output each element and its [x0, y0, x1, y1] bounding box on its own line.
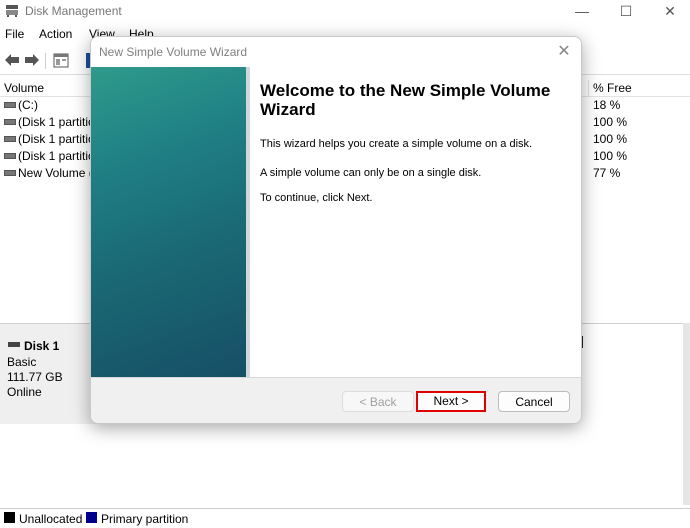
toolbar-separator — [45, 53, 46, 69]
menu-file[interactable]: File — [5, 27, 24, 41]
new-simple-volume-wizard-dialog: New Simple Volume Wizard ✕ Welcome to th… — [90, 36, 582, 424]
forward-arrow-icon[interactable] — [24, 53, 40, 67]
window-title: Disk Management — [25, 4, 122, 18]
wizard-description: This wizard helps you create a simple vo… — [260, 138, 533, 150]
next-button[interactable]: Next > — [416, 391, 486, 412]
wizard-title: New Simple Volume Wizard — [99, 45, 248, 59]
volume-percent-free: 18 % — [593, 98, 621, 112]
column-header-volume[interactable]: Volume — [4, 81, 44, 95]
disk-management-app-icon — [6, 5, 18, 17]
disk-size: 111.77 GB — [7, 370, 63, 384]
legend-label-primary-partition: Primary partition — [101, 512, 189, 526]
disk-type: Basic — [7, 355, 37, 369]
wizard-banner-image — [91, 67, 246, 377]
wizard-instruction: To continue, click Next. — [260, 192, 373, 204]
wizard-footer: < Back Next > Cancel — [91, 378, 581, 423]
disk-info-panel[interactable]: Disk 1 Basic 111.77 GB Online — [0, 324, 96, 424]
column-header-percent-free[interactable]: % Free — [593, 81, 632, 95]
wizard-heading: Welcome to the New Simple Volume Wizard — [260, 81, 551, 119]
minimize-button[interactable]: — — [560, 0, 604, 22]
wizard-close-button[interactable]: ✕ — [553, 41, 575, 63]
wizard-content: Welcome to the New Simple Volume Wizard … — [250, 67, 581, 377]
disk-icon — [8, 342, 20, 347]
legend-label-unallocated: Unallocated — [19, 512, 83, 526]
legend-bar: Unallocated Primary partition — [0, 508, 690, 528]
disk-name: Disk 1 — [24, 339, 60, 353]
back-arrow-icon[interactable] — [4, 53, 20, 67]
back-button[interactable]: < Back — [342, 391, 414, 412]
volume-percent-free: 100 % — [593, 132, 628, 146]
volume-name: (C:) — [18, 98, 38, 112]
menu-action[interactable]: Action — [39, 27, 72, 41]
volume-icon — [4, 102, 16, 108]
volume-percent-free: 77 % — [593, 166, 621, 180]
volume-icon — [4, 136, 16, 142]
volume-icon — [4, 153, 16, 159]
cancel-button[interactable]: Cancel — [498, 391, 570, 412]
title-bar: Disk Management — ☐ ✕ — [0, 0, 690, 22]
vertical-scrollbar[interactable] — [683, 323, 690, 505]
volume-icon — [4, 119, 16, 125]
close-button[interactable]: ✕ — [648, 0, 690, 22]
wizard-note: A simple volume can only be on a single … — [260, 167, 482, 179]
volume-percent-free: 100 % — [593, 149, 628, 163]
volume-percent-free: 100 % — [593, 115, 628, 129]
volume-icon — [4, 170, 16, 176]
legend-swatch-primary-partition — [86, 512, 97, 523]
maximize-button[interactable]: ☐ — [604, 0, 648, 22]
properties-icon[interactable] — [53, 53, 69, 68]
legend-swatch-unallocated — [4, 512, 15, 523]
column-separator[interactable] — [588, 80, 589, 96]
wizard-title-bar: New Simple Volume Wizard ✕ — [91, 37, 581, 67]
disk-status: Online — [7, 385, 42, 399]
